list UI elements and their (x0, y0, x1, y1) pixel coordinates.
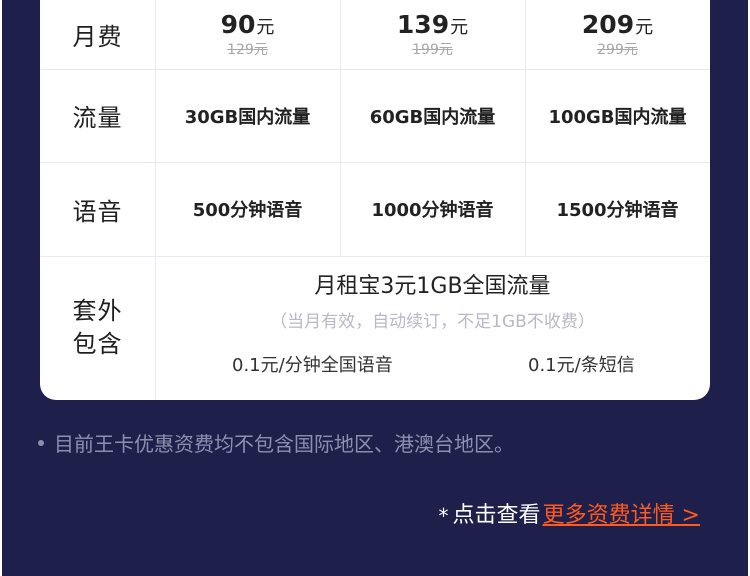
voice-allowance: 1000分钟语音 (371, 200, 494, 221)
data-allowance: 100GB国内流量 (548, 106, 687, 128)
original-price: 299元 (597, 42, 638, 58)
more-tariffs: * 点击查看 更多资费详情 > (439, 497, 700, 529)
asterisk: * (438, 504, 449, 528)
footnote: 目前王卡优惠资费均不包含国际地区、港澳台地区。 (38, 428, 514, 457)
row-label-extras-line1: 套外 (72, 297, 123, 325)
extras-title: 月租宝3元1GB全国流量 (314, 274, 551, 299)
price-value: 90 (220, 10, 256, 39)
data-allowance: 30GB国内流量 (184, 106, 311, 128)
more-prefix: 点击查看 (452, 503, 541, 528)
row-label-extras: 套外 包含 (40, 256, 155, 400)
plan-table: 月费 90元 129元 139元 199元 209元 299元 流量 30GB国… (40, 0, 710, 400)
data-allowance: 60GB国内流量 (369, 106, 496, 128)
footnote-text: 目前王卡优惠资费均不包含国际地区、港澳台地区。 (54, 432, 514, 456)
row-label-monthly-fee: 月费 (72, 23, 123, 51)
row-label-extras-line2: 包含 (72, 330, 123, 358)
extras-note: （当月有效，自动续订，不足1GB不收费） (270, 312, 595, 332)
voice-allowance: 1500分钟语音 (556, 200, 679, 221)
price: 139元 (397, 11, 468, 42)
price: 90元 (221, 11, 275, 42)
row-label-voice: 语音 (72, 197, 123, 226)
price-value: 139 (396, 10, 450, 39)
tariff-page: 月费 90元 129元 139元 199元 209元 299元 流量 30GB国… (0, 0, 750, 576)
price-cell: 209元 299元 (525, 0, 710, 69)
bullet-dot-icon (38, 439, 44, 446)
extras-voice-rate: 0.1元/分钟全国语音 (232, 355, 393, 376)
left-edge (0, 0, 2, 576)
price-unit: 元 (256, 17, 275, 38)
original-price: 199元 (412, 42, 453, 58)
price-value: 209 (581, 10, 635, 39)
voice-allowance: 500分钟语音 (192, 200, 303, 221)
extras-sms-rate: 0.1元/条短信 (528, 355, 635, 376)
price-cell: 90元 129元 (155, 0, 340, 69)
price-unit: 元 (450, 17, 469, 38)
price: 209元 (582, 11, 653, 42)
original-price: 129元 (227, 42, 268, 58)
price-cell: 139元 199元 (340, 0, 525, 69)
row-label-data: 流量 (72, 104, 123, 132)
more-tariff-details-link[interactable]: 更多资费详情 > (543, 497, 700, 529)
price-unit: 元 (635, 17, 654, 38)
